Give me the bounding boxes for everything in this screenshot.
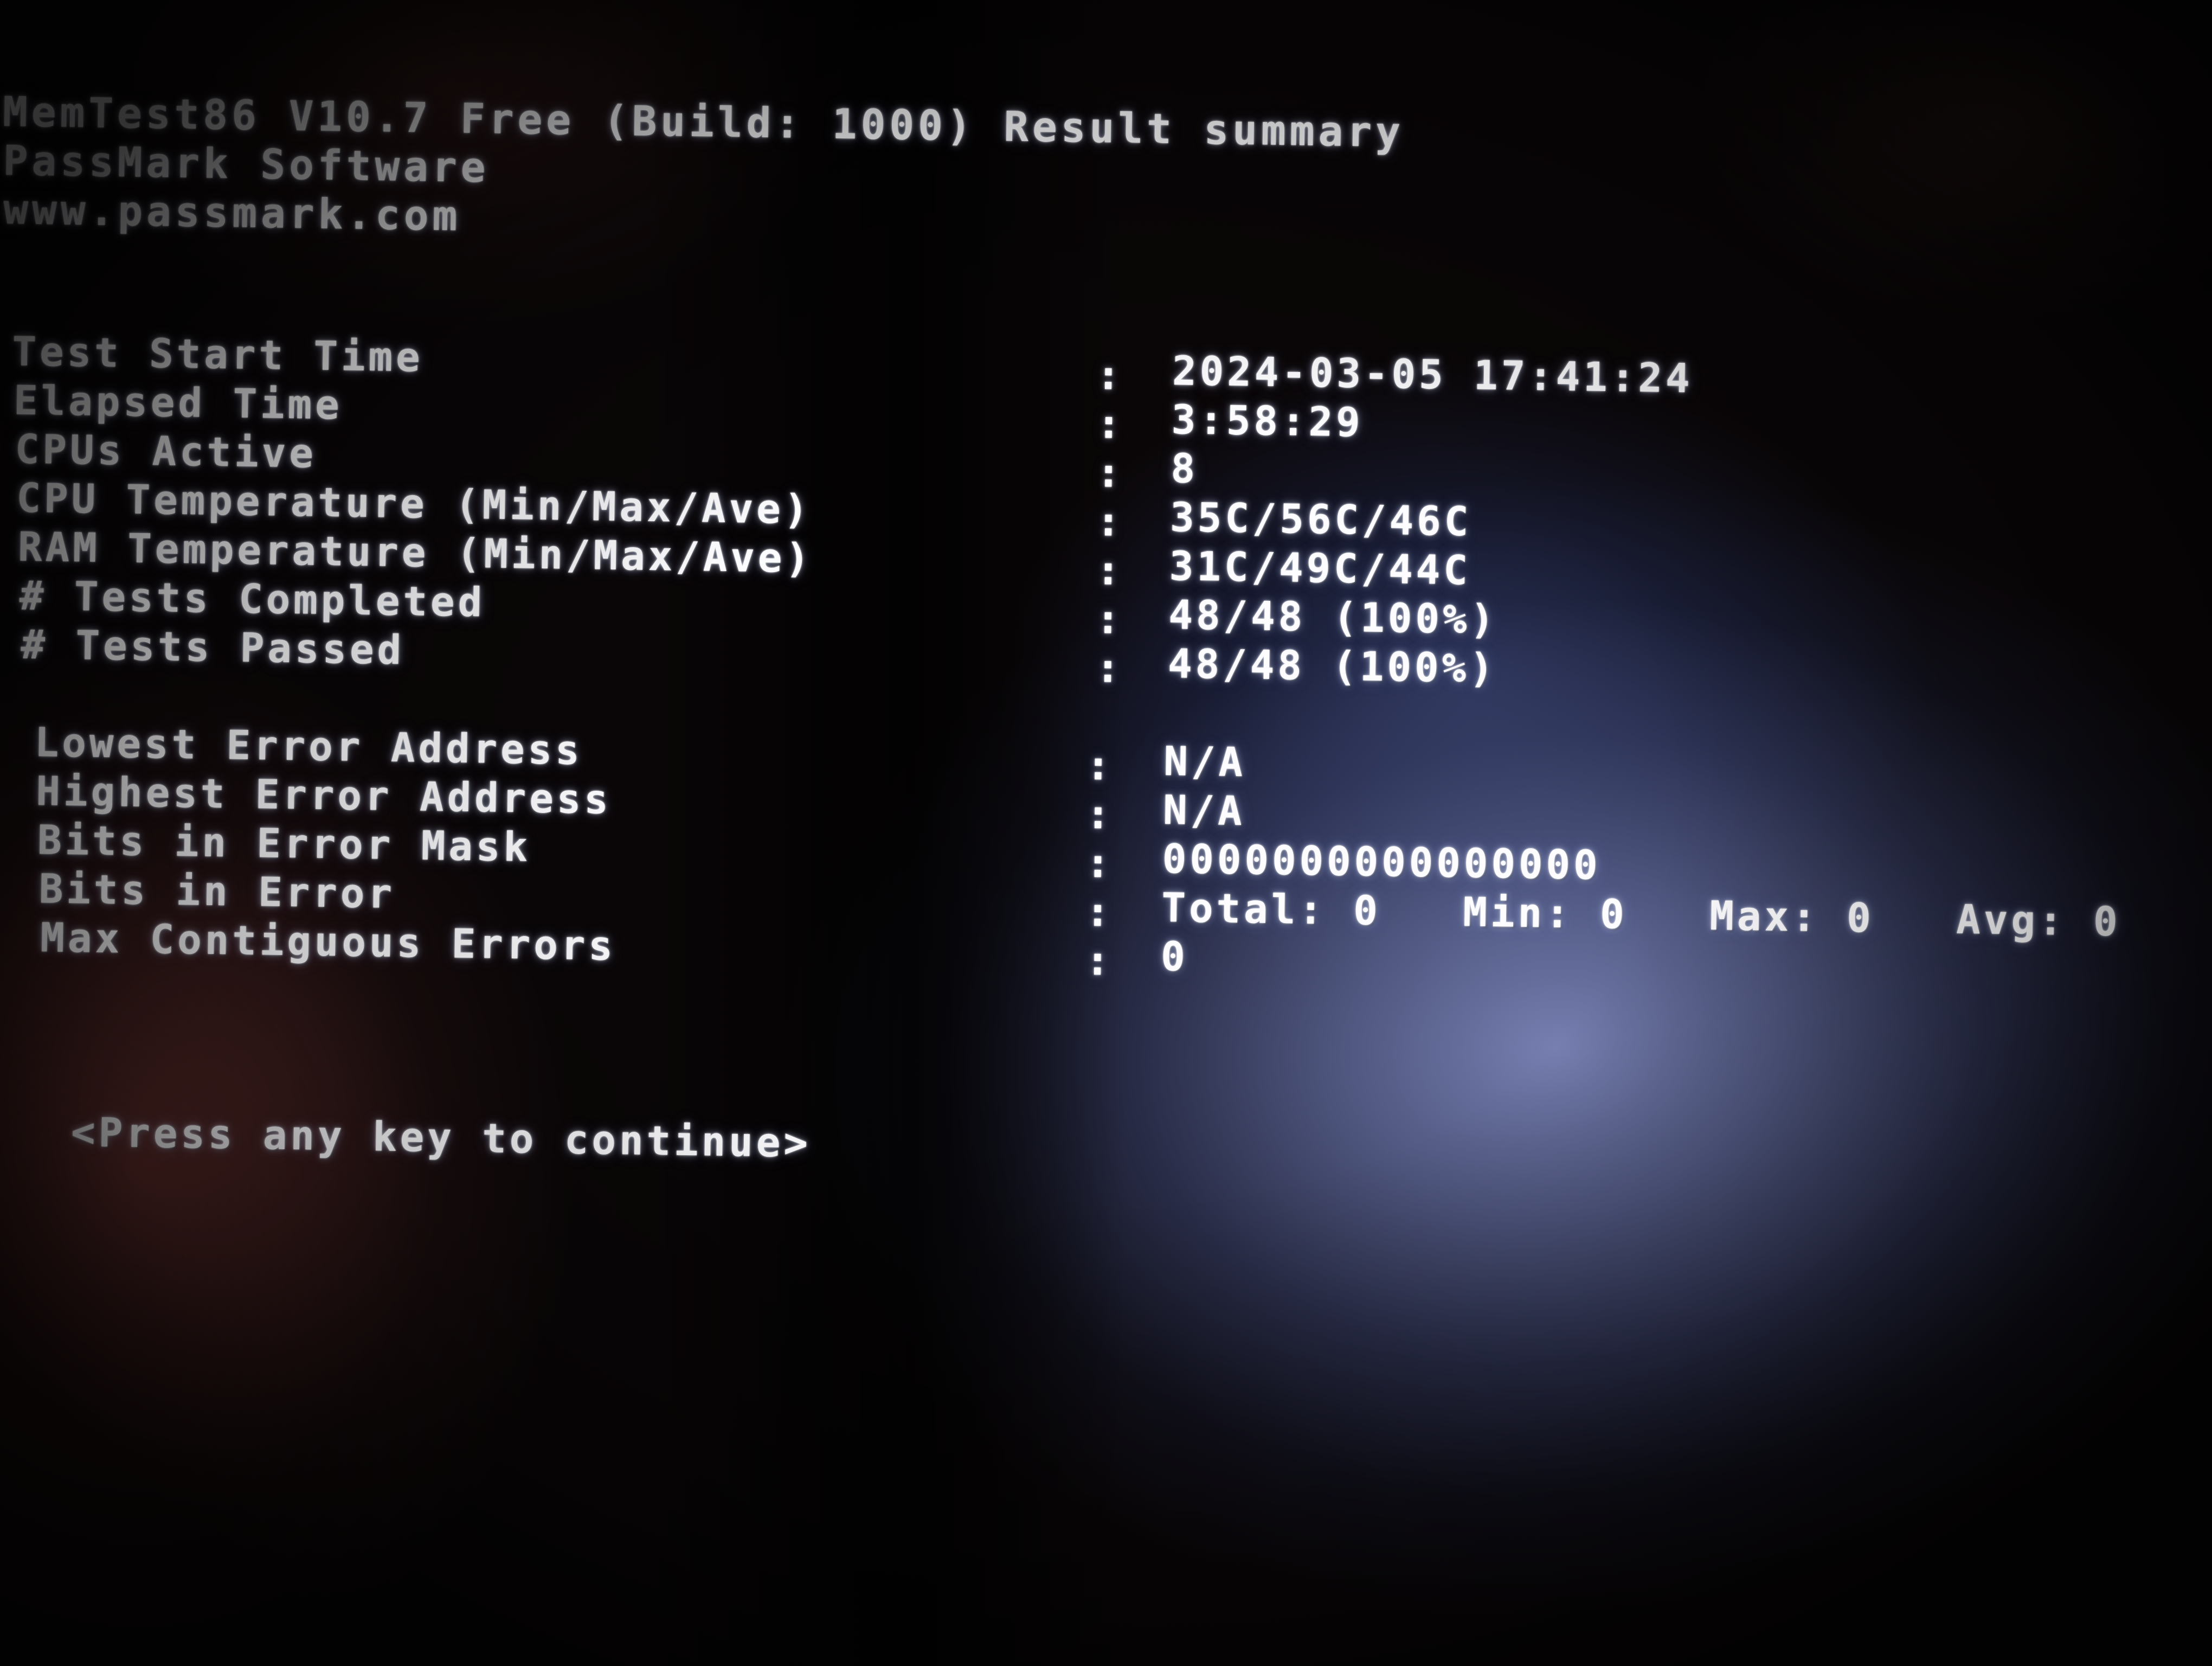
row-separator: : <box>1096 498 1121 546</box>
website-url: www.passmark.com <box>3 185 462 240</box>
row-label-elapsed-time: Elapsed Time <box>13 377 343 429</box>
row-label-cpus-active: CPUs Active <box>15 426 317 477</box>
row-separator: : <box>1095 596 1121 643</box>
row-label-tests-completed: # Tests Completed <box>19 572 486 626</box>
row-separator: : <box>1096 401 1121 448</box>
crt-screen-photo: MemTest86 V10.7 Free (Build: 1000) Resul… <box>0 0 2212 1666</box>
row-label-highest-error-address: Highest Error Address <box>35 768 612 823</box>
row-label-tests-passed: # Tests Passed <box>20 621 405 674</box>
row-label-bits-in-error-mask: Bits in Error Mask <box>37 817 531 871</box>
row-value-max-contiguous-errors: 0 <box>1160 933 1189 981</box>
row-separator: : <box>1085 742 1111 790</box>
row-value-highest-error-address: N/A <box>1162 786 1246 835</box>
row-value-bits-in-error-mask: 0000000000000000 <box>1162 835 1602 889</box>
press-any-key-prompt[interactable]: <Press any key to continue> <box>71 1109 812 1167</box>
vendor-name: PassMark Software <box>3 136 490 192</box>
row-value-tests-completed: 48/48 (100%) <box>1168 592 1498 644</box>
row-separator: : <box>1095 645 1121 692</box>
row-value-bits-in-error: Total: 0 Min: 0 Max: 0 Avg: 0 <box>1161 884 2121 946</box>
row-value-cpu-temperature: 35C/56C/46C <box>1169 494 1472 546</box>
row-label-max-contiguous-errors: Max Contiguous Errors <box>40 914 616 970</box>
row-value-cpus-active: 8 <box>1170 445 1199 492</box>
row-separator: : <box>1085 840 1110 887</box>
row-value-ram-temperature: 31C/49C/44C <box>1169 543 1471 594</box>
row-label-ram-temperature: RAM Temperature (Min/Max/Ave) <box>17 523 813 582</box>
row-separator: : <box>1085 791 1111 838</box>
row-separator: : <box>1096 547 1121 594</box>
row-value-test-start-time: 2024-03-05 17:41:24 <box>1172 348 1694 402</box>
row-label-cpu-temperature: CPU Temperature (Min/Max/Ave) <box>16 475 812 534</box>
row-value-tests-passed: 48/48 (100%) <box>1167 640 1497 693</box>
row-value-elapsed-time: 3:58:29 <box>1171 396 1364 446</box>
row-separator: : <box>1085 888 1110 936</box>
row-separator: : <box>1085 937 1110 985</box>
row-label-test-start-time: Test Start Time <box>11 328 424 381</box>
row-value-lowest-error-address: N/A <box>1163 738 1246 786</box>
row-label-bits-in-error: Bits in Error <box>38 866 396 918</box>
row-separator: : <box>1096 352 1121 399</box>
memtest-result-summary: MemTest86 V10.7 Free (Build: 1000) Resul… <box>0 0 2212 1666</box>
row-label-lowest-error-address: Lowest Error Address <box>34 719 583 774</box>
row-separator: : <box>1096 450 1121 497</box>
